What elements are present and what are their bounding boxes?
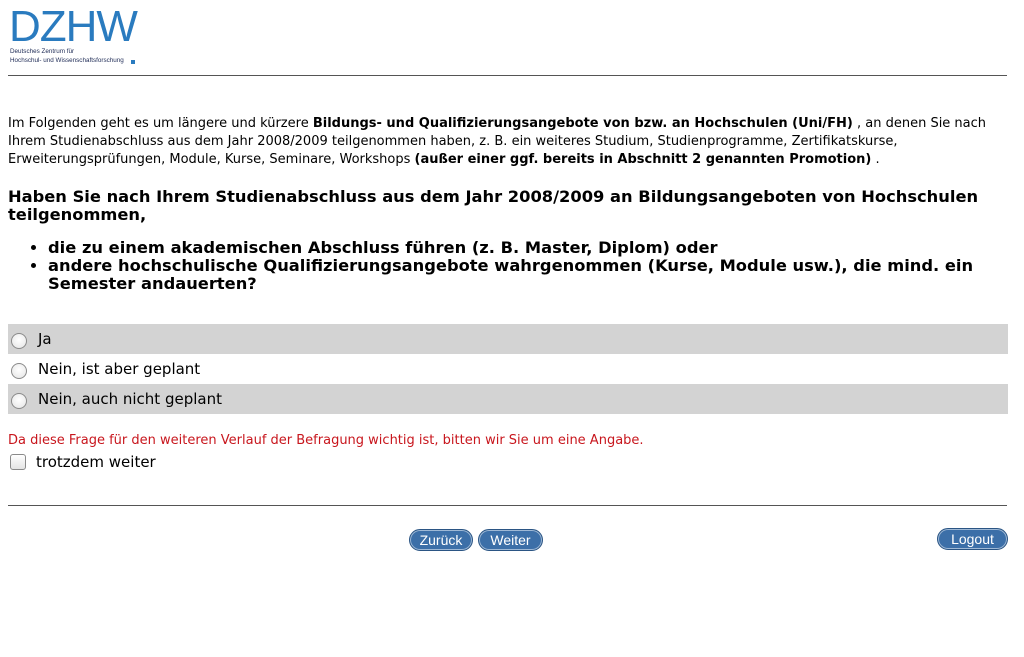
answer-options: Ja Nein, ist aber geplant Nein, auch nic… [8,324,1008,414]
logo-wordmark: DZHW [9,2,138,51]
next-button[interactable]: Weiter [478,529,543,551]
intro-part3: . [871,152,880,167]
option-nein-nicht-geplant[interactable]: Nein, auch nicht geplant [8,384,1008,414]
continue-anyway-label: trotzdem weiter [36,453,156,471]
question-bullets: die zu einem akademischen Abschluss führ… [8,239,1008,293]
header-divider [8,75,1007,76]
intro-bold2: (außer einer ggf. bereits in Abschnitt 2… [414,152,872,167]
logo-subtitle-line2: Hochschul- und Wissenschaftsforschung [10,57,124,64]
question-bullet: andere hochschulische Qualifizierungsang… [48,257,1008,293]
option-label: Nein, ist aber geplant [38,360,201,378]
back-button[interactable]: Zurück [409,529,473,551]
question-text: Haben Sie nach Ihrem Studienabschluss au… [8,187,979,224]
intro-part1: Im Folgenden geht es um längere und kürz… [8,116,313,131]
radio-button[interactable] [11,332,27,349]
radio-button[interactable] [11,392,27,409]
question-block: Haben Sie nach Ihrem Studienabschluss au… [8,188,1008,293]
option-ja[interactable]: Ja [8,324,1008,354]
option-label: Ja [38,330,52,348]
logo-subtitle-line1: Deutsches Zentrum für [10,48,75,55]
footer-divider [8,505,1007,506]
continue-anyway-row[interactable]: trotzdem weiter [10,453,156,471]
intro-bold1: Bildungs- und Qualifizierungsangebote vo… [312,116,853,131]
intro-text: Im Folgenden geht es um längere und kürz… [8,115,1013,169]
radio-button[interactable] [11,362,27,379]
option-nein-geplant[interactable]: Nein, ist aber geplant [8,354,1008,384]
option-label: Nein, auch nicht geplant [38,390,222,408]
dzhw-logo: DZHW Deutsches Zentrum für Hochschul- un… [9,2,144,67]
logout-button[interactable]: Logout [937,528,1008,550]
question-bullet: die zu einem akademischen Abschluss führ… [48,239,1008,257]
logo-square-mark [131,60,135,64]
validation-warning: Da diese Frage für den weiteren Verlauf … [8,433,644,448]
continue-anyway-checkbox[interactable] [10,454,26,470]
